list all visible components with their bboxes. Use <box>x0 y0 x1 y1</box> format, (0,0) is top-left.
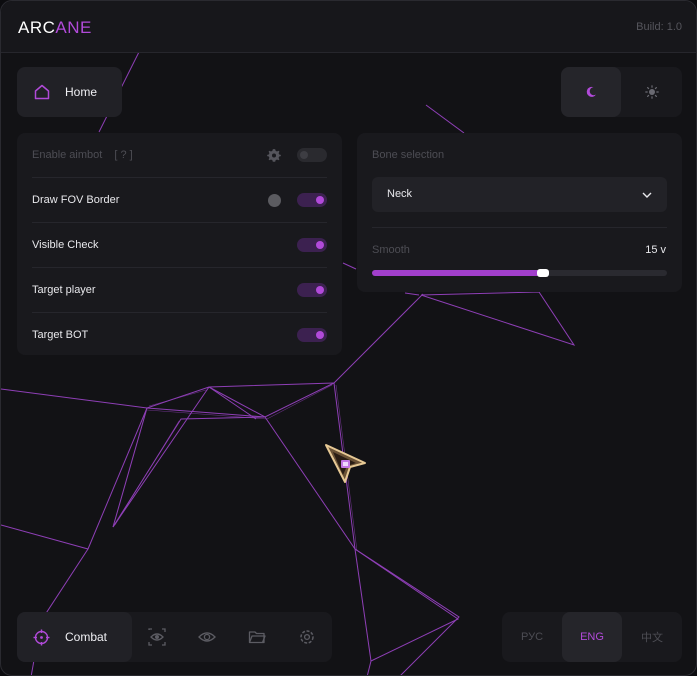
fov-color-swatch[interactable] <box>268 194 281 207</box>
help-hint[interactable]: [ ? ] <box>114 149 132 161</box>
enable-aimbot-row: Enable aimbot [ ? ] <box>32 133 327 178</box>
theme-switcher <box>561 67 682 117</box>
bottom-navigation: Combat <box>17 612 332 662</box>
target-bot-label: Target BOT <box>32 329 89 341</box>
eye-icon[interactable] <box>198 628 216 646</box>
visible-check-label: Visible Check <box>32 239 99 251</box>
smooth-slider-fill <box>372 270 544 276</box>
title-bar: ARCANE Build: 1.0 <box>1 1 696 53</box>
light-theme-button[interactable] <box>622 67 682 117</box>
dark-theme-button[interactable] <box>561 67 621 117</box>
app-window: ARCANE Build: 1.0 Home Enable aimbot [?… <box>0 0 697 676</box>
mouse-cursor-icon <box>325 444 366 483</box>
language-switcher: РУС ENG 中文 <box>502 612 682 662</box>
draw-fov-border-label: Draw FOV Border <box>32 194 120 206</box>
enable-aimbot-toggle[interactable] <box>297 148 327 162</box>
target-bot-toggle[interactable] <box>297 328 327 342</box>
lang-en-button[interactable]: ENG <box>562 612 622 662</box>
logo-text-ane: ANE <box>55 18 92 37</box>
smooth-slider[interactable] <box>372 269 667 277</box>
smooth-value: 15 v <box>645 244 666 256</box>
app-logo: ARCANE <box>18 18 92 38</box>
folder-icon[interactable] <box>248 628 266 646</box>
tab-combat-label: Combat <box>65 630 108 644</box>
target-player-row: Target player <box>32 268 327 313</box>
target-player-toggle[interactable] <box>297 283 327 297</box>
visible-check-toggle[interactable] <box>297 238 327 252</box>
lang-ru-button[interactable]: РУС <box>502 612 562 662</box>
gear-icon[interactable] <box>267 148 281 162</box>
bone-settings-panel: Bone selection Neck Smooth 15 v <box>357 133 682 292</box>
moon-icon <box>586 86 596 97</box>
lang-zh-button[interactable]: 中文 <box>622 612 682 662</box>
visible-check-row: Visible Check <box>32 223 327 268</box>
bone-select-dropdown[interactable]: Neck <box>372 177 667 212</box>
bone-selection-label: Bone selection <box>372 149 445 161</box>
smooth-label: Smooth <box>372 244 410 256</box>
smooth-slider-thumb[interactable] <box>537 269 550 277</box>
home-icon <box>34 84 50 100</box>
chevron-down-icon <box>642 192 652 198</box>
draw-fov-border-row: Draw FOV Border <box>32 178 327 223</box>
eye-icon[interactable] <box>148 628 166 646</box>
build-version: Build: 1.0 <box>636 21 682 33</box>
enable-aimbot-label: Enable aimbot <box>32 149 103 161</box>
divider <box>372 227 667 228</box>
gear-icon[interactable] <box>298 628 316 646</box>
crosshair-icon <box>33 629 50 645</box>
aimbot-settings-panel: Enable aimbot [ ? ] Draw FOV Border Visi… <box>17 133 342 355</box>
sun-icon <box>645 85 659 99</box>
target-bot-row: Target BOT <box>32 313 327 357</box>
draw-fov-border-toggle[interactable] <box>297 193 327 207</box>
home-label: Home <box>65 85 98 99</box>
bone-selected-value: Neck <box>387 188 413 200</box>
tab-combat[interactable]: Combat <box>17 612 132 662</box>
target-player-label: Target player <box>32 284 96 296</box>
logo-text-arc: ARC <box>18 18 56 37</box>
home-button[interactable]: Home <box>17 67 122 117</box>
